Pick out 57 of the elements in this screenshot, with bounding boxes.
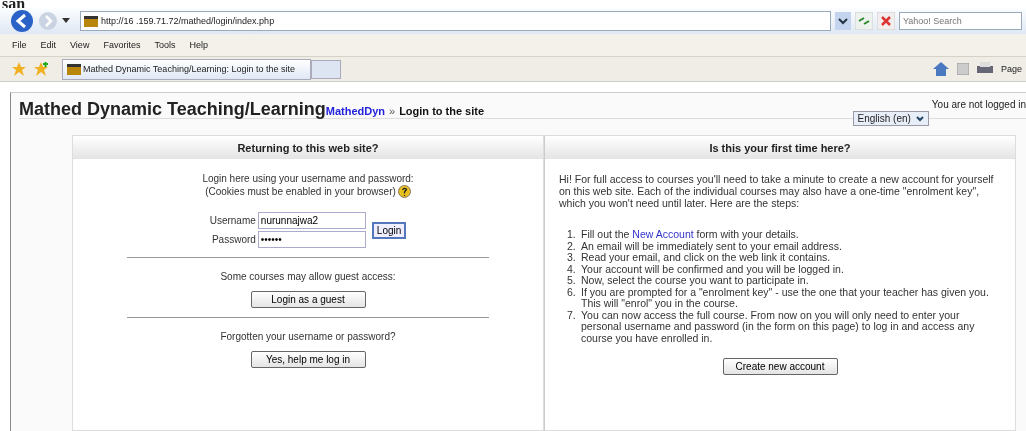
dropdown-caret-icon[interactable]: [62, 18, 70, 24]
login-button[interactable]: Login: [371, 221, 407, 239]
step-text: If you are prompted for a "enrolment key" - use the one that your teacher has given you. This will "enrol" you in the course.: [581, 286, 990, 310]
star-icon[interactable]: [12, 62, 26, 76]
forgot-password-button[interactable]: Yes, help me log in: [250, 351, 366, 368]
section-header: Returning to this web site?: [73, 136, 543, 159]
menu-item[interactable]: Edit: [40, 40, 57, 50]
step-text: Your account will be confirmed and you will be logged in.: [581, 263, 844, 275]
home-icon[interactable]: [932, 62, 949, 76]
forgot-password-text: Forgotten your username or password?: [220, 331, 396, 342]
password-label: Password: [211, 234, 256, 245]
breadcrumb-separator: »: [389, 105, 396, 117]
browser-tab[interactable]: Mathed Dynamic Teaching/Learning: Login to the site: [62, 58, 311, 80]
step-number: 5.: [567, 275, 577, 287]
search-field[interactable]: Yahoo! Search: [899, 12, 1022, 30]
back-icon[interactable]: [10, 9, 34, 33]
login-status: You are not logged in: [931, 99, 1026, 110]
step-number: 6.: [567, 286, 577, 300]
dropdown-caret-icon[interactable]: [914, 113, 925, 124]
menu-item[interactable]: Favorites: [103, 40, 141, 50]
step-number: 2.: [567, 240, 577, 252]
guest-access-text: Some courses may allow guest access:: [220, 271, 396, 282]
step-number: 7.: [567, 309, 577, 323]
menu-item[interactable]: View: [70, 40, 90, 50]
breadcrumb-current: Login to the site: [399, 105, 485, 117]
step-text: An email will be immediately sent to your email address.: [581, 240, 842, 252]
breadcrumb-link[interactable]: MathedDyn: [325, 105, 385, 117]
new-account-link[interactable]: New Account: [632, 228, 694, 240]
username-field[interactable]: nurunnajwa2: [257, 212, 366, 229]
step-text: Read your email, and click on the web link it contains.: [581, 252, 831, 264]
signup-intro: Hi! For full access to courses you'll need to take a minute to create a new account for yourself on this web site. Each of the individual courses may also have a one-time "enrolment key", which you won't need until later. Here are the steps:: [559, 173, 995, 209]
site-icon: [84, 15, 98, 27]
step-number: 1.: [567, 229, 577, 241]
print-icon[interactable]: [976, 62, 993, 76]
dropdown-caret-icon[interactable]: [835, 12, 851, 30]
menu-item[interactable]: File: [12, 40, 27, 50]
site-title: Mathed Dynamic Teaching/Learning: [19, 99, 326, 120]
site-icon: [67, 63, 81, 75]
step-text: You can now access the full course. From now on you will only need to enter your personal username and password (in the form on this page) to log in and access any course you have enrolled in.: [581, 309, 976, 344]
add-favorite-icon[interactable]: [34, 62, 48, 76]
page-menu-button[interactable]: Page: [1000, 64, 1022, 74]
step-text: Fill out the New Account form with your details.: [581, 229, 799, 241]
password-field[interactable]: ••••••: [257, 231, 366, 248]
language-select[interactable]: English (en): [853, 111, 929, 126]
menu-item[interactable]: Tools: [154, 40, 176, 50]
address-bar[interactable]: http://16 .159.71.72/mathed/login/index.php: [80, 11, 831, 31]
username-label: Username: [209, 215, 256, 226]
create-account-button[interactable]: Create new account: [722, 358, 838, 375]
step-text: Now, select the course you want to participate in.: [581, 275, 809, 287]
step-number: 4.: [567, 263, 577, 275]
guest-login-button[interactable]: Login as a guest: [250, 291, 366, 308]
stop-icon[interactable]: [877, 12, 895, 30]
step-number: 3.: [567, 252, 577, 264]
section-header: Is this your first time here?: [545, 136, 1015, 159]
menu-item[interactable]: Help: [189, 40, 208, 50]
login-instructions: Login here using your username and password: (Cookies must be enabled in your browser): [202, 173, 414, 198]
help-icon[interactable]: [397, 185, 411, 198]
